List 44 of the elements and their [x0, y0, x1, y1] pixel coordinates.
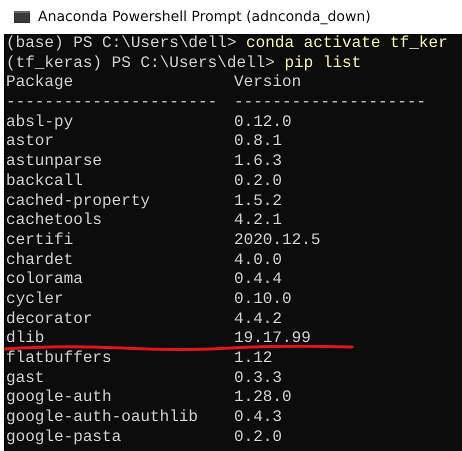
- package-version: 0.4.3: [234, 408, 284, 428]
- package-name: certifi: [6, 230, 74, 251]
- package-name: decorator: [6, 310, 94, 330]
- package-version: 2020.12.5: [234, 230, 322, 251]
- dash-rule: --------------------: [234, 93, 428, 113]
- package-version: 4.2.1: [234, 211, 284, 231]
- package-version: 0.4.4: [234, 270, 284, 290]
- package-version: 0.8.1: [234, 132, 284, 152]
- package-name: absl-py: [6, 112, 74, 132]
- prompt: (base) PS C:\Users\dell>: [6, 34, 236, 54]
- package-name: chardet: [6, 250, 74, 270]
- column-header: Package: [6, 73, 74, 94]
- command-text: pip list: [284, 54, 362, 74]
- package-version: 1.5.2: [234, 192, 284, 212]
- package-name: google-auth: [6, 388, 113, 408]
- package-name: google-pasta: [6, 428, 122, 448]
- package-version: 4.0.0: [234, 250, 284, 270]
- package-version: 1.6.3: [234, 152, 284, 172]
- package-name: google-auth-oauthlib: [6, 408, 200, 428]
- prompt: (tf_keras) PS C:\Users\dell>: [6, 54, 275, 74]
- terminal-icon: [14, 11, 30, 23]
- package-version: 4.4.2: [234, 310, 284, 330]
- package-version: 19.17.99: [234, 329, 312, 350]
- package-name: gast: [6, 368, 46, 388]
- package-name: colorama: [6, 270, 84, 290]
- package-version: 0.10.0: [234, 290, 293, 310]
- dash-rule: ----------------------: [6, 93, 218, 113]
- column-header: Version: [234, 73, 302, 94]
- package-name: cachetools: [6, 211, 104, 231]
- package-name: cached-property: [6, 192, 152, 212]
- package-name: astor: [6, 132, 56, 152]
- command-text: conda activate tf_ker: [246, 34, 448, 54]
- package-version: 0.2.0: [234, 428, 284, 448]
- package-name: dlib: [6, 329, 46, 350]
- package-version: 1.12: [234, 349, 274, 369]
- package-version: 0.3.3: [234, 368, 284, 388]
- package-version: 1.28.0: [234, 388, 293, 408]
- package-name: flatbuffers: [6, 349, 113, 369]
- package-version: 0.2.0: [234, 172, 284, 192]
- package-name: backcall: [6, 172, 84, 192]
- package-name: astunparse: [6, 152, 104, 172]
- window-title: Anaconda Powershell Prompt (adnconda_down): [38, 9, 371, 25]
- package-version: 0.12.0: [234, 112, 293, 132]
- package-name: cycler: [6, 290, 65, 310]
